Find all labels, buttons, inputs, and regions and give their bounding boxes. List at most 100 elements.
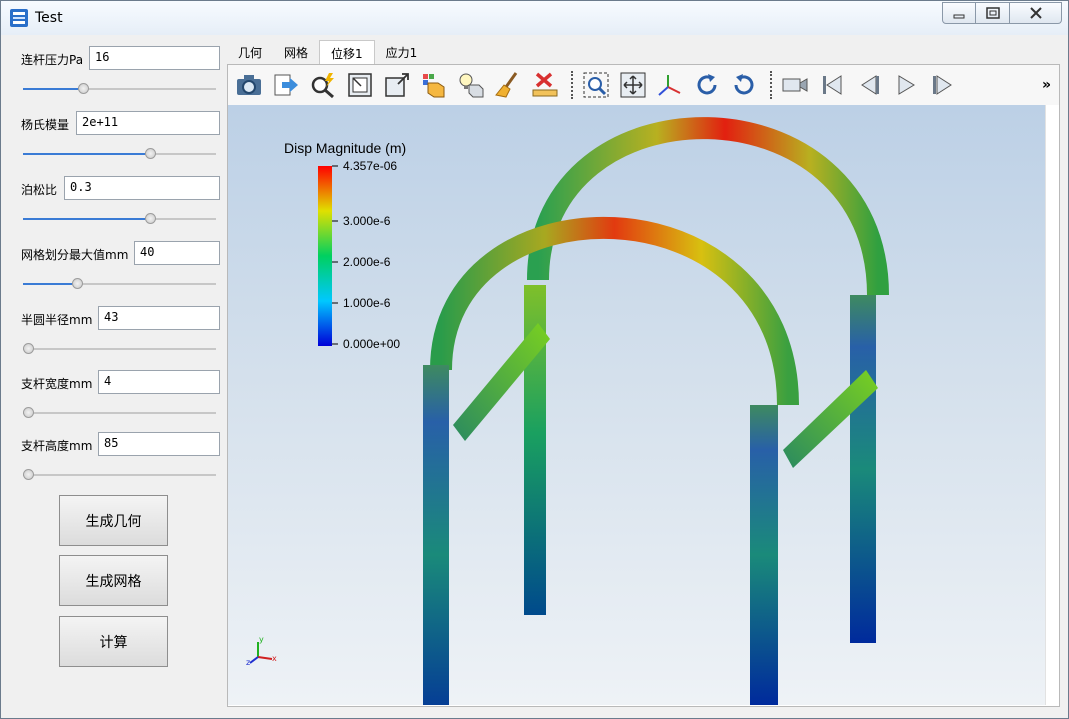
generate-mesh-button[interactable]: 生成网格 (59, 555, 168, 606)
param-row-strut-width: 支杆宽度mm 4 (11, 362, 226, 422)
axis-label-z: z (246, 658, 250, 667)
ruler-x-icon (532, 72, 558, 97)
axes-orientation-button[interactable] (653, 68, 687, 102)
youngs-modulus-input[interactable]: 2e+11 (76, 111, 220, 135)
magnifier-lightning-icon (311, 73, 334, 99)
viewport-scrollbar[interactable] (1045, 105, 1059, 705)
video-camera-icon (782, 78, 808, 92)
fit-view-button[interactable] (616, 68, 650, 102)
param-row-youngs-modulus: 杨氏模量 2e+11 (11, 103, 226, 163)
record-animation-button[interactable] (778, 68, 812, 102)
rotate-clockwise-icon (697, 74, 717, 95)
param-row-mesh-size: 网格划分最大值mm 40 (11, 233, 226, 293)
param-label: 连杆压力Pa (21, 53, 84, 67)
generate-geometry-button[interactable]: 生成几何 (59, 495, 168, 546)
result-view-panel: » Disp Magnitude (m) 4.357e-06 3.000e-6 … (227, 64, 1060, 707)
front-right-leg (750, 405, 778, 705)
next-frame-button[interactable] (926, 68, 960, 102)
legend-tick-marks (332, 165, 338, 345)
mesh-size-input[interactable]: 40 (134, 241, 220, 265)
zoom-box-icon (385, 73, 409, 97)
view-tabs: 几何 网格 位移1 应力1 (227, 40, 428, 64)
back-right-leg (850, 295, 876, 643)
screenshot-button[interactable] (232, 68, 266, 102)
ruler-button[interactable] (528, 68, 562, 102)
strut-height-slider[interactable] (23, 469, 216, 481)
close-icon (1029, 7, 1042, 19)
legend-tick-max: 4.357e-06 (343, 159, 397, 173)
minimize-icon (953, 14, 965, 19)
axis-label-x: x (272, 654, 277, 663)
clear-button[interactable] (491, 68, 525, 102)
window-title: Test (35, 10, 63, 26)
next-frame-icon (933, 75, 952, 95)
legend-tick-group: 4.357e-06 3.000e-6 2.000e-6 1.000e-6 0.0… (343, 159, 400, 351)
view-toolbar: » (228, 65, 1059, 105)
tab-mesh[interactable]: 网格 (273, 40, 319, 64)
cube-palette-icon (423, 74, 445, 98)
youngs-modulus-slider[interactable] (23, 148, 216, 160)
param-row-radius: 半圆半径mm 43 (11, 298, 226, 358)
param-label: 支杆高度mm (21, 439, 93, 453)
quick-find-button[interactable] (306, 68, 340, 102)
rotate-cw-button[interactable] (690, 68, 724, 102)
tab-stress[interactable]: 应力1 (375, 40, 429, 64)
strut-width-slider[interactable] (23, 407, 216, 419)
reset-view-button[interactable] (343, 68, 377, 102)
front-frame (423, 216, 799, 705)
poisson-ratio-input[interactable]: 0.3 (64, 176, 220, 200)
radius-slider[interactable] (23, 343, 216, 355)
compute-button[interactable]: 计算 (59, 616, 168, 667)
parameter-panel: 连杆压力Pa 16 杨氏模量 2e+11 泊松比 0.3 网格划分最大值mm 4… (11, 38, 226, 708)
first-frame-button[interactable] (815, 68, 849, 102)
first-frame-icon (823, 75, 842, 95)
mesh-size-slider[interactable] (23, 278, 216, 290)
export-button[interactable] (269, 68, 303, 102)
strut-height-input[interactable]: 85 (98, 432, 220, 456)
app-window: Test 连杆压力Pa 16 杨氏模量 2e+11 泊松比 0.3 网格划分最大… (0, 0, 1069, 719)
previous-frame-button[interactable] (852, 68, 886, 102)
rotate-counterclockwise-icon (734, 74, 754, 95)
minimize-button[interactable] (942, 2, 976, 24)
param-label: 杨氏模量 (21, 118, 70, 132)
previous-frame-icon (861, 75, 879, 95)
radius-input[interactable]: 43 (98, 306, 220, 330)
front-left-leg (423, 365, 449, 705)
representation-button[interactable] (417, 68, 451, 102)
broom-icon (495, 72, 518, 98)
displacement-result-model: Disp Magnitude (m) 4.357e-06 3.000e-6 2.… (246, 117, 889, 705)
lighting-button[interactable] (454, 68, 488, 102)
pressure-input[interactable]: 16 (89, 46, 220, 70)
zoom-to-box-button[interactable] (380, 68, 414, 102)
toolbar-separator (770, 71, 772, 99)
app-icon (10, 9, 28, 27)
toolbar-separator (571, 71, 573, 99)
zoom-region-icon (583, 72, 609, 98)
tab-displacement[interactable]: 位移1 (319, 40, 375, 64)
close-button[interactable] (1010, 2, 1062, 24)
color-legend: Disp Magnitude (m) 4.357e-06 3.000e-6 2.… (284, 140, 406, 351)
poisson-ratio-slider[interactable] (23, 213, 216, 225)
fit-arrows-icon (620, 72, 646, 98)
strut-width-input[interactable]: 4 (98, 370, 220, 394)
legend-tick-2e6: 2.000e-6 (343, 255, 391, 269)
tab-geometry[interactable]: 几何 (227, 40, 273, 64)
colorbar (318, 166, 332, 346)
lightbulb-cube-icon (459, 73, 484, 98)
reset-view-icon (348, 73, 372, 97)
param-row-strut-height: 支杆高度mm 85 (11, 424, 226, 484)
legend-tick-min: 0.000e+00 (343, 337, 400, 351)
3d-render-viewport[interactable]: Disp Magnitude (m) 4.357e-06 3.000e-6 2.… (228, 105, 1045, 705)
orientation-axes: y x z (246, 635, 277, 667)
back-arch (527, 117, 889, 296)
param-row-pressure: 连杆压力Pa 16 (11, 38, 226, 98)
param-row-poisson-ratio: 泊松比 0.3 (11, 168, 226, 228)
rotate-ccw-button[interactable] (727, 68, 761, 102)
pressure-slider[interactable] (23, 83, 216, 95)
axes-icon (658, 75, 681, 96)
maximize-button[interactable] (976, 2, 1010, 24)
play-button[interactable] (889, 68, 923, 102)
camera-icon (237, 75, 261, 95)
zoom-to-region-button[interactable] (579, 68, 613, 102)
toolbar-overflow-button[interactable]: » (1042, 77, 1051, 93)
